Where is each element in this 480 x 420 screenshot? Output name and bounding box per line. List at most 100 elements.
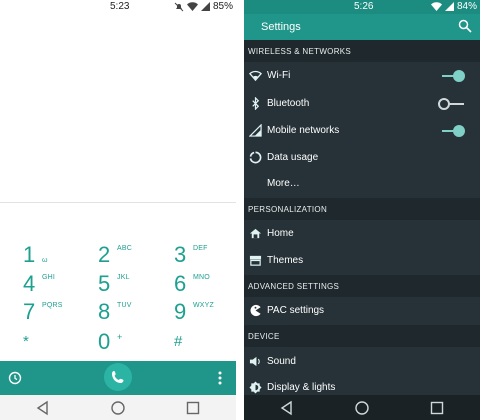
section-header-device: DEVICE — [244, 325, 480, 347]
search-icon[interactable] — [458, 19, 472, 33]
recents-icon[interactable] — [429, 400, 445, 416]
key-digit: 8 — [98, 299, 111, 324]
key-3[interactable]: 3 DEF — [174, 243, 234, 271]
key-digit: * — [23, 333, 29, 350]
home-nav-icon[interactable] — [354, 400, 370, 416]
volume-icon — [249, 356, 260, 367]
battery-level: 85% — [212, 1, 233, 12]
navigation-bar — [244, 395, 480, 420]
mute-icon — [174, 2, 184, 11]
app-bar: Settings — [244, 14, 480, 40]
setting-label: Wi-Fi — [267, 70, 291, 81]
setting-pac[interactable]: PAC settings — [244, 298, 480, 324]
key-star[interactable]: * — [23, 330, 83, 358]
call-button[interactable] — [104, 363, 132, 391]
dialpad: 1 ω 2 ABC 3 DEF 4 GHI 5 JKL 6 MNO 7 PQRS — [0, 203, 236, 361]
screen-gap — [236, 0, 244, 420]
status-bar: 5:23 85% — [0, 0, 236, 14]
key-letters: ABC — [117, 245, 132, 252]
back-icon[interactable] — [35, 400, 51, 416]
key-2[interactable]: 2 ABC — [98, 243, 158, 271]
page-title: Settings — [261, 21, 301, 33]
wifi-status-icon — [186, 2, 198, 11]
setting-wifi[interactable]: Wi-Fi — [244, 63, 480, 89]
settings-screen: 5:26 84% Settings WIRELESS & NETWORKS Wi… — [244, 0, 480, 420]
setting-mobile-networks[interactable]: Mobile networks — [244, 118, 480, 144]
bluetooth-icon — [252, 97, 260, 110]
dial-action-bar — [0, 361, 236, 395]
setting-label: Display & lights — [267, 382, 336, 393]
key-6[interactable]: 6 MNO — [174, 272, 234, 300]
phone-icon — [112, 371, 124, 383]
themes-icon — [249, 255, 262, 266]
key-digit: 4 — [23, 271, 36, 296]
setting-home[interactable]: Home — [244, 221, 480, 247]
setting-label: More… — [267, 178, 300, 189]
setting-label: PAC settings — [267, 305, 325, 316]
home-icon — [249, 228, 262, 239]
section-header-advanced: ADVANCED SETTINGS — [244, 275, 480, 297]
navigation-bar — [0, 395, 236, 420]
wifi-icon — [249, 70, 262, 82]
key-letters: JKL — [117, 274, 130, 281]
key-digit: 2 — [98, 242, 111, 267]
key-letters: + — [117, 332, 123, 342]
key-letters: PQRS — [42, 302, 63, 309]
brightness-icon — [249, 381, 262, 394]
battery-level: 84% — [456, 1, 477, 12]
back-icon[interactable] — [279, 400, 295, 416]
setting-sound[interactable]: Sound — [244, 349, 480, 375]
section-header-label: PERSONALIZATION — [248, 205, 328, 214]
setting-label: Themes — [267, 255, 304, 266]
key-digit: # — [174, 333, 183, 350]
signal-status-icon — [444, 2, 454, 11]
key-digit: 1 — [23, 242, 36, 267]
digits-field[interactable] — [0, 14, 236, 202]
key-8[interactable]: 8 TUV — [98, 300, 158, 328]
setting-label: Sound — [267, 356, 296, 367]
key-digit: 9 — [174, 299, 187, 324]
key-letters: WXYZ — [193, 302, 215, 309]
wifi-status-icon — [430, 2, 442, 11]
section-header-label: DEVICE — [248, 332, 280, 341]
key-1[interactable]: 1 ω — [23, 243, 83, 271]
setting-label: Home — [267, 228, 294, 239]
status-time: 5:26 — [354, 1, 374, 12]
recents-icon[interactable] — [185, 400, 201, 416]
key-0[interactable]: 0 + — [98, 330, 158, 358]
pac-icon — [250, 304, 261, 317]
key-5[interactable]: 5 JKL — [98, 272, 158, 300]
key-digit: 6 — [174, 271, 187, 296]
history-icon[interactable] — [8, 371, 22, 385]
setting-themes[interactable]: Themes — [244, 248, 480, 274]
setting-more[interactable]: More… — [244, 171, 480, 197]
overflow-menu-icon[interactable] — [217, 370, 223, 386]
key-letters: MNO — [193, 274, 210, 281]
key-4[interactable]: 4 GHI — [23, 272, 83, 300]
signal-status-icon — [200, 2, 210, 11]
signal-icon — [249, 124, 262, 137]
key-digit: 5 — [98, 271, 111, 296]
key-9[interactable]: 9 WXYZ — [174, 300, 234, 328]
key-letters: ω — [42, 257, 48, 264]
setting-bluetooth[interactable]: Bluetooth — [244, 91, 480, 117]
key-digit: 3 — [174, 242, 187, 267]
key-hash[interactable]: # — [174, 330, 234, 358]
key-digit: 7 — [23, 299, 36, 324]
mobile-networks-toggle[interactable] — [440, 124, 466, 138]
bluetooth-toggle[interactable] — [438, 97, 466, 111]
section-header-wireless: WIRELESS & NETWORKS — [244, 40, 480, 62]
setting-label: Mobile networks — [267, 125, 340, 136]
key-digit: 0 — [98, 329, 111, 354]
section-header-label: WIRELESS & NETWORKS — [248, 47, 352, 56]
key-letters: DEF — [193, 245, 208, 252]
setting-data-usage[interactable]: Data usage — [244, 145, 480, 171]
key-letters: GHI — [42, 274, 56, 281]
status-time: 5:23 — [110, 1, 130, 12]
status-bar: 5:26 84% — [244, 0, 480, 14]
setting-label: Bluetooth — [267, 98, 310, 109]
wifi-toggle[interactable] — [440, 69, 466, 83]
key-7[interactable]: 7 PQRS — [23, 300, 83, 328]
setting-label: Data usage — [267, 152, 319, 163]
home-nav-icon[interactable] — [110, 400, 126, 416]
